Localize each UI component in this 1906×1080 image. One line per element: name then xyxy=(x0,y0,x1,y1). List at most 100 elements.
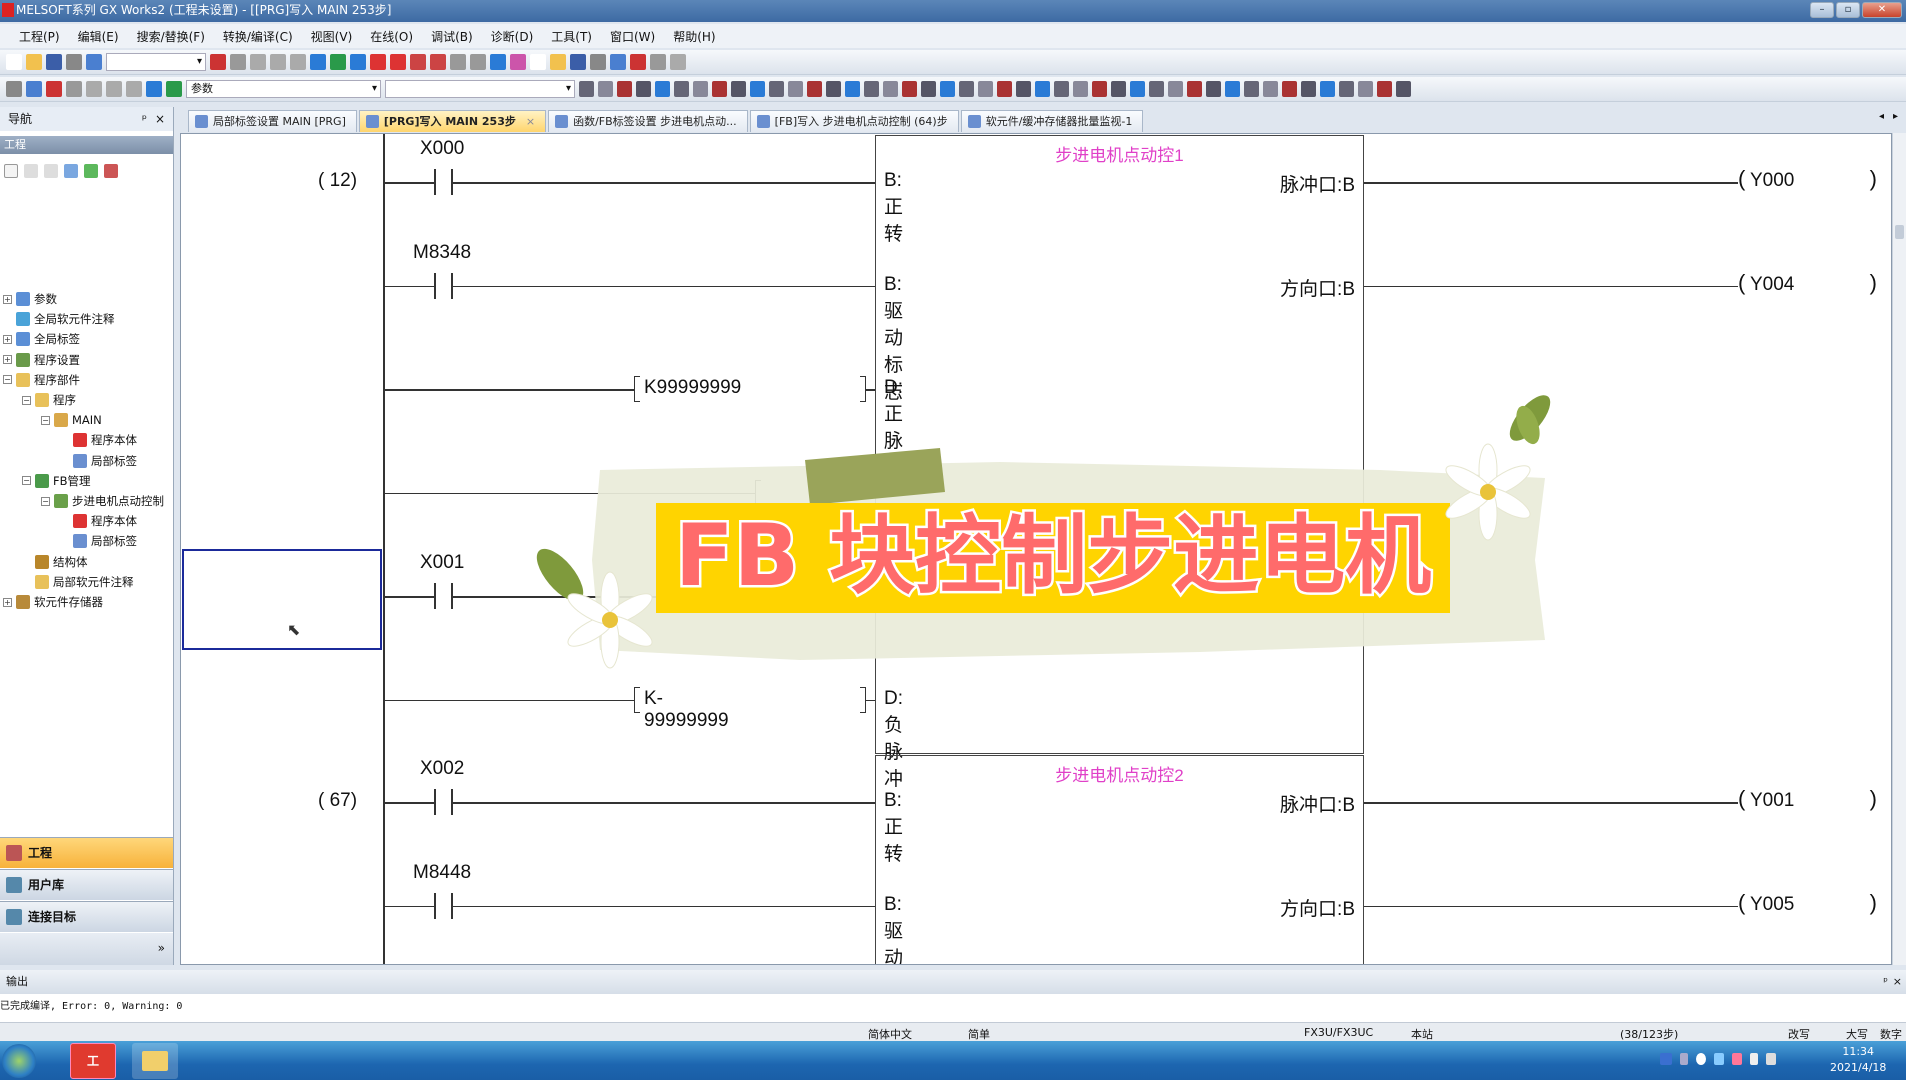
menu-item[interactable]: 窗口(W) xyxy=(601,28,664,45)
shield-icon[interactable] xyxy=(1714,1053,1724,1065)
ladder-symbol-icon[interactable] xyxy=(1377,81,1392,97)
menu-item[interactable]: 工具(T) xyxy=(542,28,601,45)
clock[interactable]: 11:34 2021/4/18 xyxy=(1830,1044,1886,1076)
function-block[interactable] xyxy=(875,135,1364,754)
toolbar-icon[interactable] xyxy=(390,54,406,70)
toolbar-icon[interactable] xyxy=(450,54,466,70)
tree-item[interactable]: + 参数 xyxy=(3,289,57,309)
ladder-symbol-icon[interactable] xyxy=(807,81,822,97)
ladder-symbol-icon[interactable] xyxy=(1016,81,1031,97)
toolbar-icon[interactable] xyxy=(250,54,266,70)
ladder-symbol-icon[interactable] xyxy=(1092,81,1107,97)
toolbar-icon[interactable] xyxy=(270,54,286,70)
ladder-symbol-icon[interactable] xyxy=(750,81,765,97)
output-coil[interactable]: () Y004 xyxy=(1738,270,1879,299)
toolbar-icon[interactable] xyxy=(210,54,226,70)
properties-icon[interactable] xyxy=(64,164,78,178)
menu-item[interactable]: 在线(O) xyxy=(361,28,422,45)
toolbar-icon[interactable] xyxy=(610,54,626,70)
toolbar-icon[interactable] xyxy=(106,81,122,97)
toolbar-icon[interactable] xyxy=(26,81,42,97)
document-tab[interactable]: 软元件/缓冲存储器批量监视-1 xyxy=(960,110,1144,132)
ladder-symbol-icon[interactable] xyxy=(731,81,746,97)
ladder-editor[interactable]: ⬉( 12) 步进电机点动控1 X000 B:正转 脉冲口:B() Y000 M8348 B:… xyxy=(180,133,1892,965)
parameter-combo[interactable]: 参数 xyxy=(186,80,381,98)
tree-expander-icon[interactable]: + xyxy=(3,334,12,344)
contact-symbol[interactable] xyxy=(434,892,436,919)
ladder-symbol-icon[interactable] xyxy=(1396,81,1411,97)
contact-device[interactable]: X000 xyxy=(420,138,464,160)
tree-item[interactable]: + 全局标签 xyxy=(3,329,80,349)
up-icon[interactable] xyxy=(24,164,38,178)
menu-item[interactable]: 视图(V) xyxy=(302,28,362,45)
pin-icon[interactable]: ᵖ xyxy=(1883,970,1888,994)
ladder-symbol-icon[interactable] xyxy=(883,81,898,97)
toolbar-icon[interactable] xyxy=(310,54,326,70)
menu-item[interactable]: 编辑(E) xyxy=(69,28,128,45)
document-tab[interactable]: 局部标签设置 MAIN [PRG] xyxy=(188,110,357,132)
security-icon[interactable] xyxy=(1696,1053,1706,1065)
close-pane-icon[interactable]: × xyxy=(155,107,165,131)
tree-item[interactable]: 全局软元件注释 xyxy=(3,309,115,329)
toolbar-icon[interactable] xyxy=(66,54,82,70)
toolbar-icon[interactable] xyxy=(166,81,182,97)
document-tab[interactable]: 函数/FB标签设置 步进电机点动... xyxy=(548,110,748,132)
scroll-thumb[interactable] xyxy=(1895,225,1904,239)
tree-expander-icon[interactable]: − xyxy=(22,476,31,486)
tree-expander-icon[interactable]: − xyxy=(41,496,50,506)
toolbar-icon[interactable] xyxy=(490,54,506,70)
document-tab[interactable]: [FB]写入 步进电机点动控制 (64)步 xyxy=(749,110,959,132)
toolbar-icon[interactable] xyxy=(230,54,246,70)
tree-item[interactable]: − 程序 xyxy=(22,390,76,410)
toolbar-icon[interactable] xyxy=(410,54,426,70)
document-tab[interactable]: [PRG]写入 MAIN 253步 × xyxy=(358,110,547,132)
ladder-symbol-icon[interactable] xyxy=(978,81,993,97)
toolbar-icon[interactable] xyxy=(46,54,62,70)
menu-item[interactable]: 帮助(H) xyxy=(664,28,724,45)
ladder-symbol-icon[interactable] xyxy=(1339,81,1354,97)
toolbar-icon[interactable] xyxy=(86,81,102,97)
toolbar-icon[interactable] xyxy=(650,54,666,70)
minimize-button[interactable]: – xyxy=(1810,2,1834,18)
ladder-symbol-icon[interactable] xyxy=(959,81,974,97)
toolbar-icon[interactable] xyxy=(470,54,486,70)
toolbar-icon[interactable] xyxy=(510,54,526,70)
tree-expander-icon[interactable]: + xyxy=(3,355,12,365)
ladder-symbol-icon[interactable] xyxy=(769,81,784,97)
contact-symbol[interactable] xyxy=(434,169,436,195)
toolbar-icon[interactable] xyxy=(370,54,386,70)
ladder-symbol-icon[interactable] xyxy=(788,81,803,97)
toolbar-icon[interactable] xyxy=(66,81,82,97)
ladder-symbol-icon[interactable] xyxy=(1244,81,1259,97)
secondary-combo[interactable] xyxy=(385,80,575,98)
contact-device[interactable]: X002 xyxy=(420,758,464,780)
toolbar-icon[interactable] xyxy=(86,54,102,70)
toolbar-icon[interactable] xyxy=(670,54,686,70)
app-tray-icon[interactable] xyxy=(1732,1053,1742,1065)
volume-icon[interactable] xyxy=(1750,1053,1758,1065)
network-icon[interactable] xyxy=(1766,1053,1776,1065)
down-icon[interactable] xyxy=(44,164,58,178)
ladder-symbol-icon[interactable] xyxy=(617,81,632,97)
toolbar-icon[interactable] xyxy=(126,81,142,97)
contact-symbol[interactable] xyxy=(434,789,436,815)
close-pane-icon[interactable]: × xyxy=(1893,970,1902,994)
ladder-symbol-icon[interactable] xyxy=(921,81,936,97)
output-coil[interactable]: () Y000 xyxy=(1738,166,1879,195)
tree-expander-icon[interactable]: − xyxy=(41,415,50,425)
menu-item[interactable]: 诊断(D) xyxy=(482,28,543,45)
nav-button[interactable]: 用户库 xyxy=(0,869,173,900)
ladder-symbol-icon[interactable] xyxy=(1149,81,1164,97)
contact-device[interactable]: X001 xyxy=(420,552,464,574)
ladder-symbol-icon[interactable] xyxy=(902,81,917,97)
toolbar-icon[interactable] xyxy=(550,54,566,70)
ladder-symbol-icon[interactable] xyxy=(1054,81,1069,97)
tab-scroll-left-icon[interactable]: ◂ xyxy=(1879,111,1884,122)
ladder-symbol-icon[interactable] xyxy=(1073,81,1088,97)
menu-item[interactable]: 工程(P) xyxy=(10,28,69,45)
ladder-symbol-icon[interactable] xyxy=(1320,81,1335,97)
toolbar-icon[interactable] xyxy=(290,54,306,70)
tab-close-icon[interactable]: × xyxy=(526,115,535,128)
toolbar-icon[interactable] xyxy=(146,81,162,97)
tree-item[interactable]: − 程序部件 xyxy=(3,370,80,390)
